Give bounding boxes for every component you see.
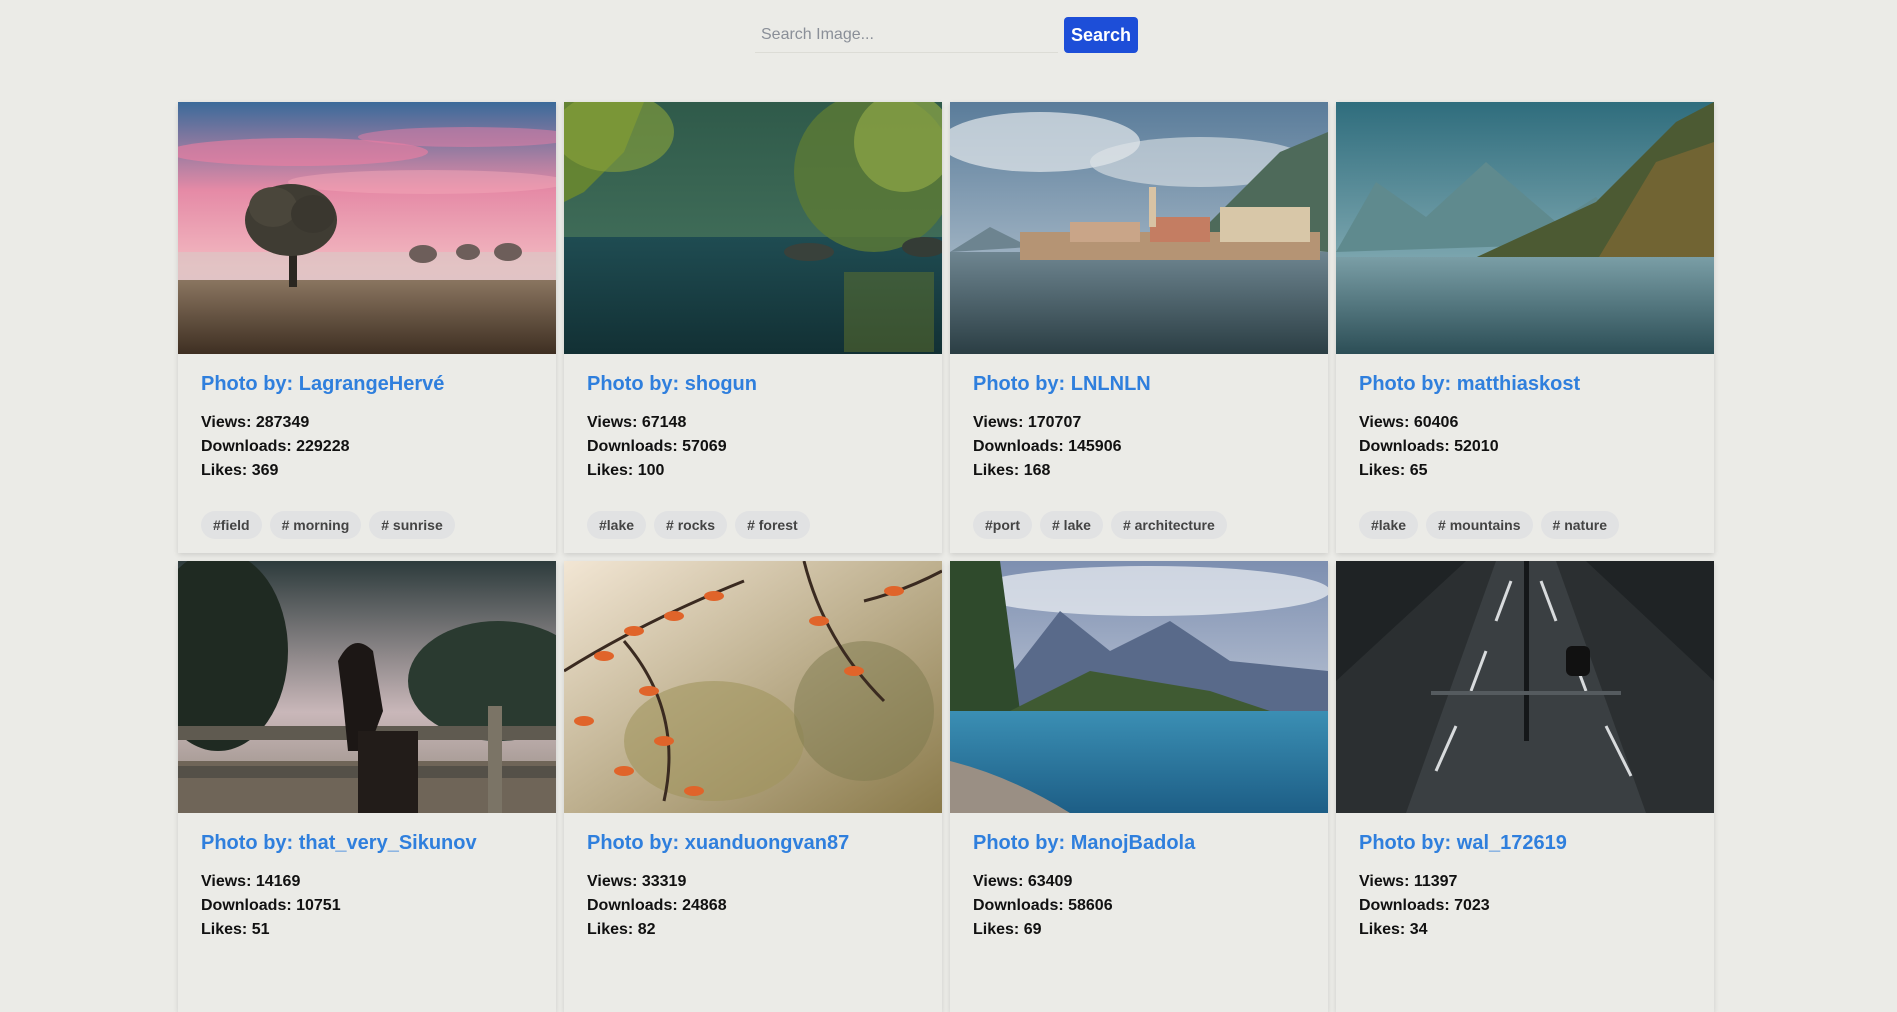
tag-chip[interactable]: #lake [1359,511,1419,539]
likes-count: Likes: 69 [973,921,1042,938]
downloads-count: Downloads: 57069 [587,438,727,455]
photographer-link[interactable]: Photo by: LagrangeHervé [201,373,533,396]
photo-image-alpine-lake[interactable] [950,561,1328,813]
likes-count: Likes: 51 [201,921,270,938]
views-count: Views: 287349 [201,414,310,431]
tag-list: #port # lake # architecture [973,511,1227,539]
tag-chip[interactable]: # morning [269,511,362,539]
photographer-link[interactable]: Photo by: that_very_Sikunov [201,832,533,855]
downloads-count: Downloads: 229228 [201,438,350,455]
card-info: Photo by: matthiaskost Views: 60406 Down… [1336,354,1714,483]
card-info: Photo by: shogun Views: 67148 Downloads:… [564,354,942,483]
photo-image-tree-sunrise[interactable] [178,102,556,354]
photo-grid: Photo by: LagrangeHervé Views: 287349 Do… [178,102,1714,1012]
photo-image-night-road[interactable] [1336,561,1714,813]
tag-chip[interactable]: # rocks [654,511,728,539]
search-button[interactable]: Search [1064,17,1139,53]
tag-chip[interactable]: #lake [587,511,647,539]
photo-card: Photo by: LagrangeHervé Views: 287349 Do… [178,102,556,553]
tag-list: #lake # rocks # forest [587,511,810,539]
downloads-count: Downloads: 58606 [973,897,1113,914]
card-info: Photo by: xuanduongvan87 Views: 33319 Do… [564,813,942,942]
views-count: Views: 67148 [587,414,687,431]
views-count: Views: 63409 [973,873,1073,890]
photographer-link[interactable]: Photo by: matthiaskost [1359,373,1691,396]
photo-card: Photo by: matthiaskost Views: 60406 Down… [1336,102,1714,553]
card-info: Photo by: that_very_Sikunov Views: 14169… [178,813,556,942]
photo-card: Photo by: xuanduongvan87 Views: 33319 Do… [564,561,942,1012]
card-info: Photo by: wal_172619 Views: 11397 Downlo… [1336,813,1714,942]
photographer-link[interactable]: Photo by: xuanduongvan87 [587,832,919,855]
downloads-count: Downloads: 7023 [1359,897,1490,914]
downloads-count: Downloads: 145906 [973,438,1122,455]
photographer-link[interactable]: Photo by: ManojBadola [973,832,1305,855]
views-count: Views: 170707 [973,414,1082,431]
views-count: Views: 11397 [1359,873,1458,890]
tag-chip[interactable]: #field [201,511,262,539]
tag-chip[interactable]: # sunrise [369,511,455,539]
card-info: Photo by: LagrangeHervé Views: 287349 Do… [178,354,556,483]
card-info: Photo by: ManojBadola Views: 63409 Downl… [950,813,1328,942]
views-count: Views: 33319 [587,873,687,890]
likes-count: Likes: 168 [973,462,1051,479]
tag-chip[interactable]: # nature [1540,511,1619,539]
tag-chip[interactable]: # lake [1040,511,1103,539]
photo-image-forest-lake[interactable] [564,102,942,354]
tag-chip[interactable]: # architecture [1110,511,1227,539]
photographer-link[interactable]: Photo by: wal_172619 [1359,832,1691,855]
photo-card: Photo by: wal_172619 Views: 11397 Downlo… [1336,561,1714,1012]
tag-chip[interactable]: #port [973,511,1032,539]
downloads-count: Downloads: 10751 [201,897,341,914]
photo-image-horse-fence[interactable] [178,561,556,813]
photo-card: Photo by: shogun Views: 67148 Downloads:… [564,102,942,553]
photographer-link[interactable]: Photo by: shogun [587,373,919,396]
tag-list: #lake # mountains # nature [1359,511,1619,539]
likes-count: Likes: 100 [587,462,665,479]
photo-image-orange-leaves[interactable] [564,561,942,813]
views-count: Views: 60406 [1359,414,1459,431]
photographer-link[interactable]: Photo by: LNLNLN [973,373,1305,396]
photo-card: Photo by: that_very_Sikunov Views: 14169… [178,561,556,1012]
likes-count: Likes: 369 [201,462,279,479]
photo-image-mountain-lake[interactable] [1336,102,1714,354]
views-count: Views: 14169 [201,873,301,890]
card-info: Photo by: LNLNLN Views: 170707 Downloads… [950,354,1328,483]
search-input[interactable] [755,17,1058,53]
likes-count: Likes: 82 [587,921,656,938]
likes-count: Likes: 34 [1359,921,1428,938]
downloads-count: Downloads: 52010 [1359,438,1499,455]
likes-count: Likes: 65 [1359,462,1428,479]
tag-list: #field # morning # sunrise [201,511,455,539]
tag-chip[interactable]: # forest [735,511,810,539]
search-bar: Search [755,17,1139,53]
downloads-count: Downloads: 24868 [587,897,727,914]
photo-image-lakeside-town[interactable] [950,102,1328,354]
tag-chip[interactable]: # mountains [1426,511,1533,539]
photo-card: Photo by: ManojBadola Views: 63409 Downl… [950,561,1328,1012]
photo-card: Photo by: LNLNLN Views: 170707 Downloads… [950,102,1328,553]
